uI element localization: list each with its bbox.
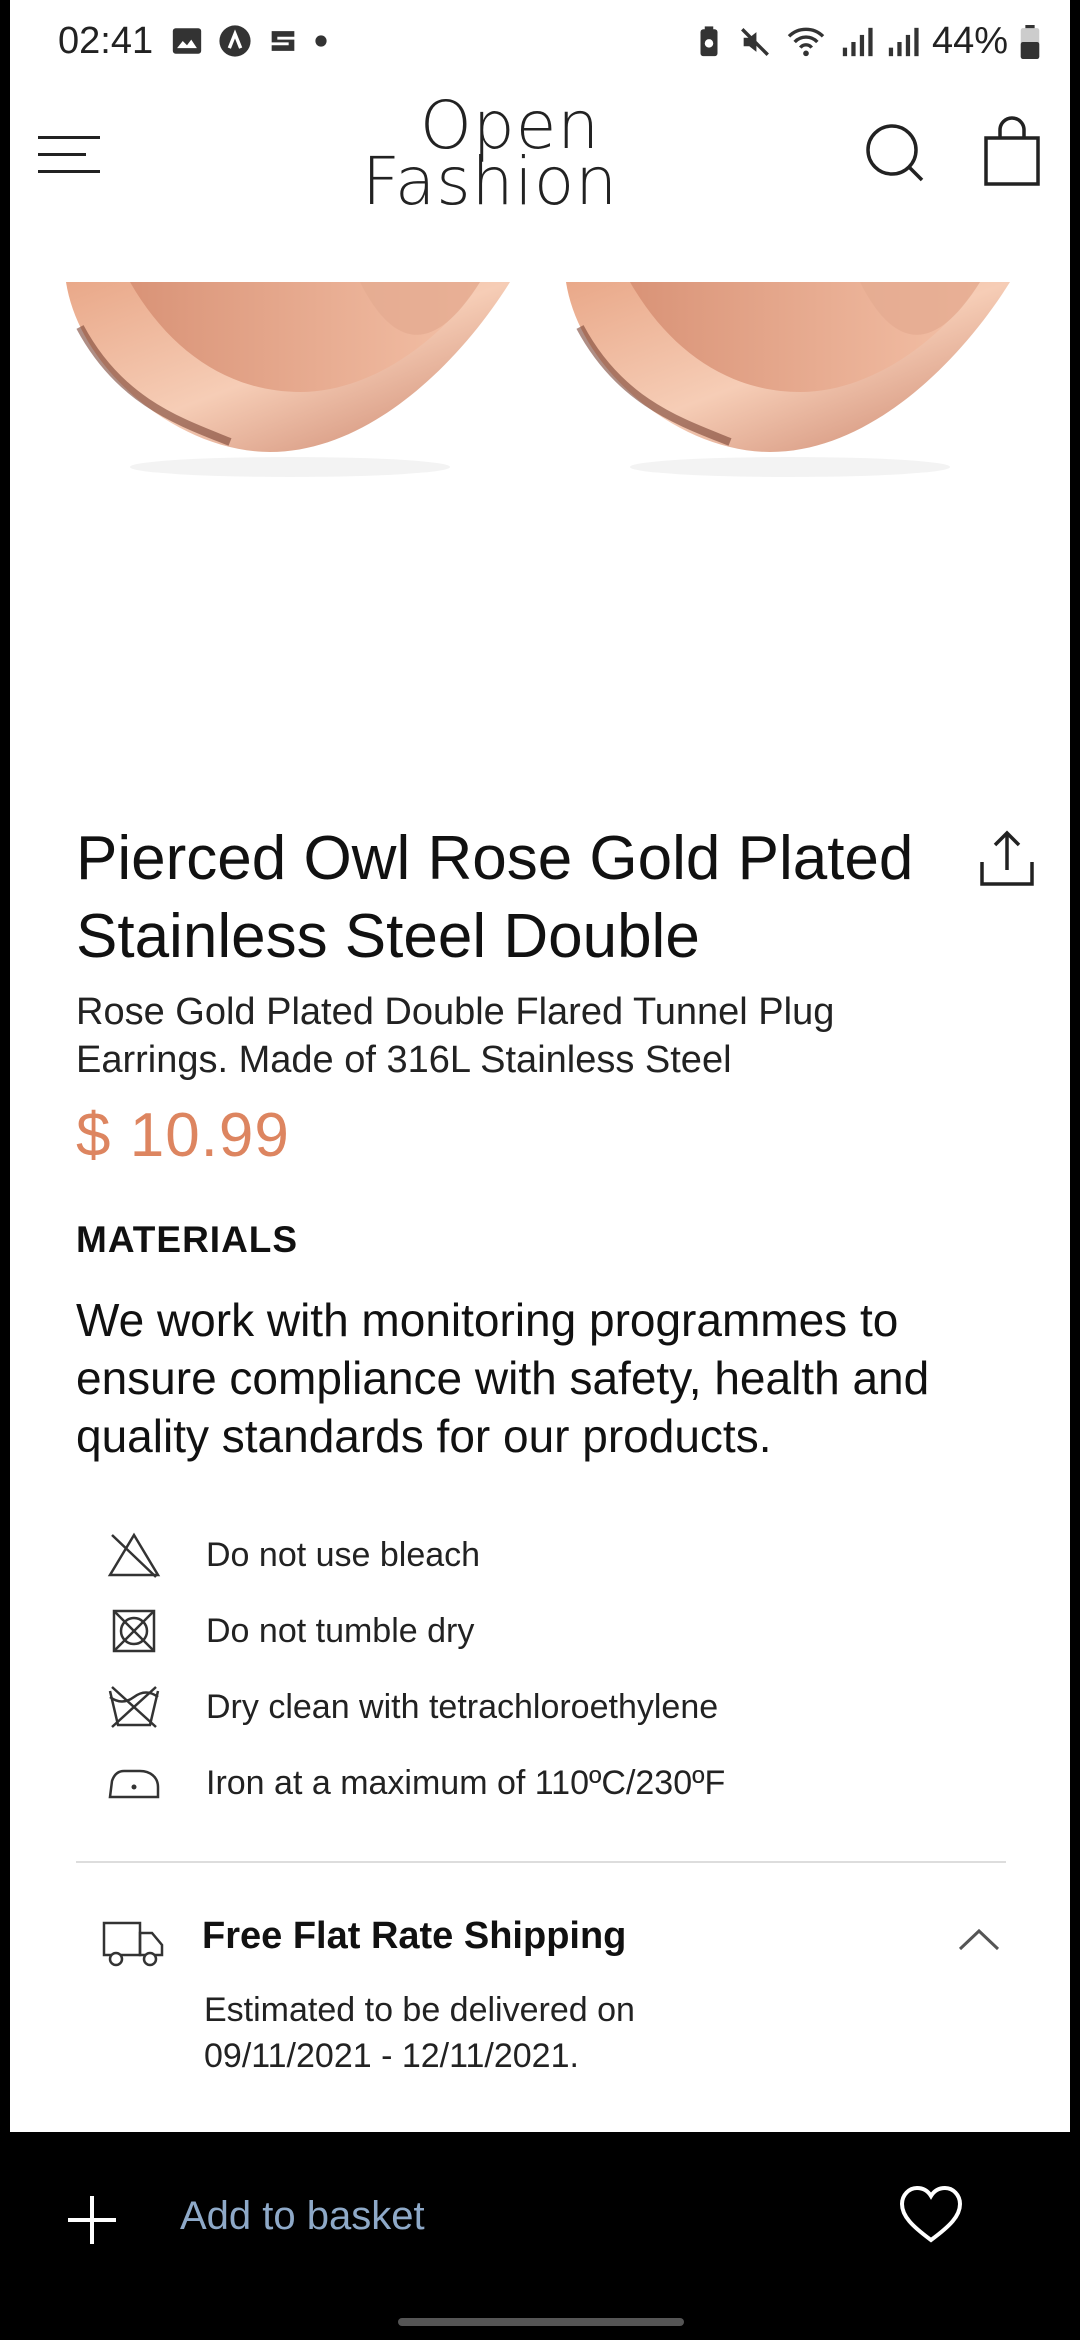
battery-icon xyxy=(1020,24,1040,59)
wifi-icon xyxy=(787,27,825,56)
logo-line-2: Fashion xyxy=(361,143,619,220)
product-description: Rose Gold Plated Double Flared Tunnel Pl… xyxy=(76,991,835,1081)
dot-icon xyxy=(315,35,327,47)
care-instructions: Do not use bleach Do not tumble dry Dry … xyxy=(76,1517,1026,1821)
plus-icon[interactable] xyxy=(64,2192,120,2248)
care-label: Iron at a maximum of 110ºC/230ºF xyxy=(206,1763,726,1802)
product-image[interactable] xyxy=(10,282,1070,762)
truck-icon xyxy=(102,1921,164,1967)
care-item: Do not tumble dry xyxy=(76,1593,1026,1669)
divider xyxy=(76,1861,1006,1863)
app-notification-icon xyxy=(219,25,251,57)
care-label: Do not use bleach xyxy=(206,1535,481,1574)
product-details: Pierced Owl Rose Gold Plated Stainless S… xyxy=(76,820,1034,2093)
screen: 02:41 44% Open Fashion Pierced Owl Rose … xyxy=(10,0,1070,2340)
share-icon[interactable] xyxy=(976,828,1038,890)
add-to-basket-button[interactable]: Add to basket xyxy=(180,2194,425,2239)
status-time: 02:41 xyxy=(58,20,154,62)
notification-icons xyxy=(170,24,328,58)
open-fashion-logo[interactable]: Open Fashion xyxy=(340,93,640,220)
signal-2-icon xyxy=(888,27,919,56)
status-bar: 02:41 44% xyxy=(10,0,1070,86)
battery-saver-icon xyxy=(700,25,718,56)
chevron-up-icon[interactable] xyxy=(956,1925,1002,1955)
care-item: Iron at a maximum of 110ºC/230ºF xyxy=(76,1745,1026,1821)
shipping-section[interactable]: Free Flat Rate Shipping Estimated to be … xyxy=(76,1903,1026,2093)
care-label: Dry clean with tetrachloroethylene xyxy=(206,1687,719,1726)
no-tumble-dry-icon xyxy=(112,1609,156,1653)
product-price: $ 10.99 xyxy=(76,1101,290,1170)
heart-icon[interactable] xyxy=(898,2184,964,2246)
care-label: Do not tumble dry xyxy=(206,1611,475,1650)
care-item: Do not use bleach xyxy=(76,1517,1026,1593)
product-title: Pierced Owl Rose Gold Plated Stainless S… xyxy=(76,824,914,971)
menu-icon[interactable] xyxy=(36,126,102,182)
status-indicators: 44% xyxy=(692,20,1040,63)
mute-icon xyxy=(740,27,769,56)
no-bleach-icon xyxy=(107,1532,161,1578)
shipping-title: Free Flat Rate Shipping xyxy=(202,1915,627,1957)
battery-percent: 44% xyxy=(931,20,1008,62)
dry-clean-icon xyxy=(108,1686,160,1728)
search-icon[interactable] xyxy=(860,118,930,188)
materials-text: We work with monitoring programmes to en… xyxy=(76,1294,930,1462)
care-item: Dry clean with tetrachloroethylene xyxy=(76,1669,1026,1745)
app-header: Open Fashion xyxy=(10,86,1070,282)
signal-icon xyxy=(842,27,873,56)
bottom-action-bar: Add to basket xyxy=(10,2132,1070,2340)
gallery-icon xyxy=(172,28,202,54)
iron-icon xyxy=(108,1769,160,1799)
shopping-bag-icon[interactable] xyxy=(982,116,1042,188)
shipping-description: Estimated to be delivered on 09/11/2021 … xyxy=(204,1991,635,2075)
home-indicator[interactable] xyxy=(398,2318,684,2326)
materials-heading: MATERIALS xyxy=(76,1219,299,1260)
sync-icon xyxy=(271,31,295,51)
